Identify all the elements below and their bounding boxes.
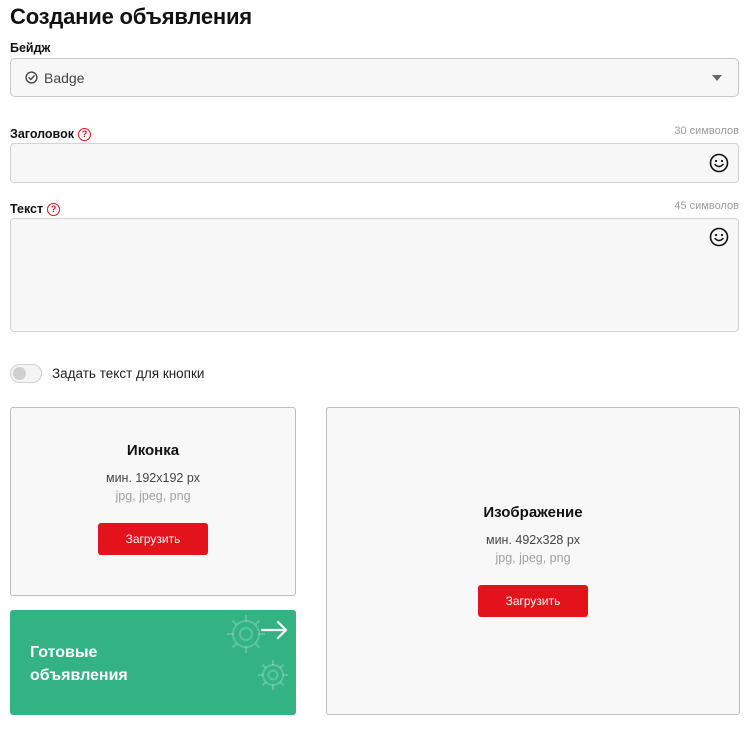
help-icon[interactable]: ? — [47, 202, 61, 216]
headline-counter: 30 символов — [674, 125, 739, 137]
emoji-icon[interactable] — [709, 227, 729, 247]
image-upload-size: мин. 492x328 px — [485, 533, 581, 547]
image-upload-button[interactable]: Загрузить — [478, 585, 588, 617]
badge-label-text: Бейдж — [10, 41, 51, 55]
ready-ads-banner[interactable]: Готовые объявления — [10, 610, 296, 715]
icon-upload-size: мин. 192x192 px — [105, 471, 201, 485]
text-label-text: Текст — [10, 202, 44, 216]
ready-ads-banner-text: Готовые объявления — [30, 641, 128, 687]
headline-label: Заголовок ? — [10, 127, 91, 141]
button-text-toggle-label: Задать текст для кнопки — [52, 366, 205, 381]
icon-upload-title: Иконка — [126, 442, 180, 459]
badge-select-value: Badge — [44, 69, 85, 86]
emoji-icon[interactable] — [709, 153, 729, 173]
badge-label: Бейдж — [10, 41, 50, 55]
headline-label-text: Заголовок — [10, 127, 74, 141]
arrow-right-icon — [260, 620, 288, 640]
icon-upload-formats: jpg, jpeg, png — [115, 489, 191, 503]
image-upload-card: Изображение мин. 492x328 px jpg, jpeg, p… — [326, 407, 740, 715]
chevron-down-icon — [712, 75, 722, 81]
headline-input[interactable] — [10, 143, 739, 183]
badge-select[interactable]: Badge — [10, 58, 739, 97]
icon-upload-button[interactable]: Загрузить — [98, 523, 208, 555]
toggle-knob — [13, 367, 26, 380]
text-counter: 45 символов — [674, 200, 739, 212]
banner-line-2: объявления — [30, 667, 128, 684]
button-text-toggle[interactable] — [10, 364, 42, 383]
check-circle-icon — [25, 71, 38, 84]
icon-upload-card: Иконка мин. 192x192 px jpg, jpeg, png За… — [10, 407, 296, 596]
banner-line-1: Готовые — [30, 644, 98, 661]
page-title: Создание объявления — [10, 4, 252, 29]
image-upload-title: Изображение — [483, 504, 583, 521]
text-label: Текст ? — [10, 202, 61, 216]
help-icon[interactable]: ? — [77, 127, 91, 141]
image-upload-formats: jpg, jpeg, png — [495, 551, 571, 565]
text-textarea[interactable] — [10, 218, 739, 332]
